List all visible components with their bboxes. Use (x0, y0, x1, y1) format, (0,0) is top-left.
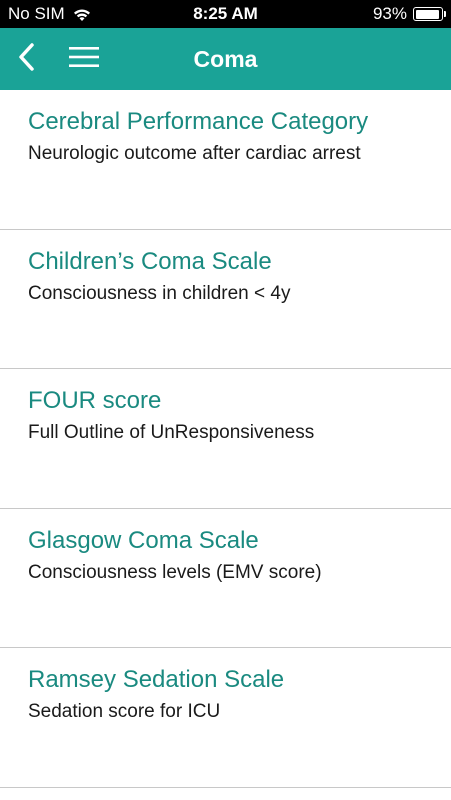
item-title: Cerebral Performance Category (28, 108, 369, 135)
item-title: FOUR score (28, 387, 162, 414)
item-title: Ramsey Sedation Scale (28, 666, 285, 693)
battery-fill (415, 9, 439, 19)
list-item-glasgow-coma-scale[interactable]: Glasgow Coma Scale Consciousness levels … (0, 509, 451, 648)
item-title: Children’s Coma Scale (28, 247, 272, 275)
status-right: 93% (372, 4, 446, 24)
list-item-cerebral-performance-category[interactable]: Cerebral Performance Category Neurologic… (0, 90, 451, 230)
item-description: Full Outline of UnResponsiveness (28, 422, 315, 443)
page-title: Coma (193, 46, 258, 72)
battery-icon (413, 7, 446, 21)
list-item-ramsey-sedation-scale[interactable]: Ramsey Sedation Scale Sedation score for… (0, 648, 451, 788)
item-description: Sedation score for ICU (28, 701, 221, 722)
battery-percent: 93% (372, 4, 407, 23)
item-title: Glasgow Coma Scale (28, 526, 259, 554)
list-item-childrens-coma-scale[interactable]: Children’s Coma Scale Consciousness in c… (0, 230, 451, 369)
status-bar: No SIM 8:25 AM 93% (0, 0, 451, 28)
list-item-four-score[interactable]: FOUR score Full Outline of UnResponsiven… (0, 369, 451, 509)
item-description: Consciousness in children < 4y (28, 282, 291, 304)
item-description: Consciousness levels (EMV score) (28, 561, 322, 583)
nav-bar: Coma (0, 28, 451, 90)
item-description: Neurologic outcome after cardiac arrest (28, 143, 361, 164)
calculator-list: Cerebral Performance Category Neurologic… (0, 90, 451, 788)
